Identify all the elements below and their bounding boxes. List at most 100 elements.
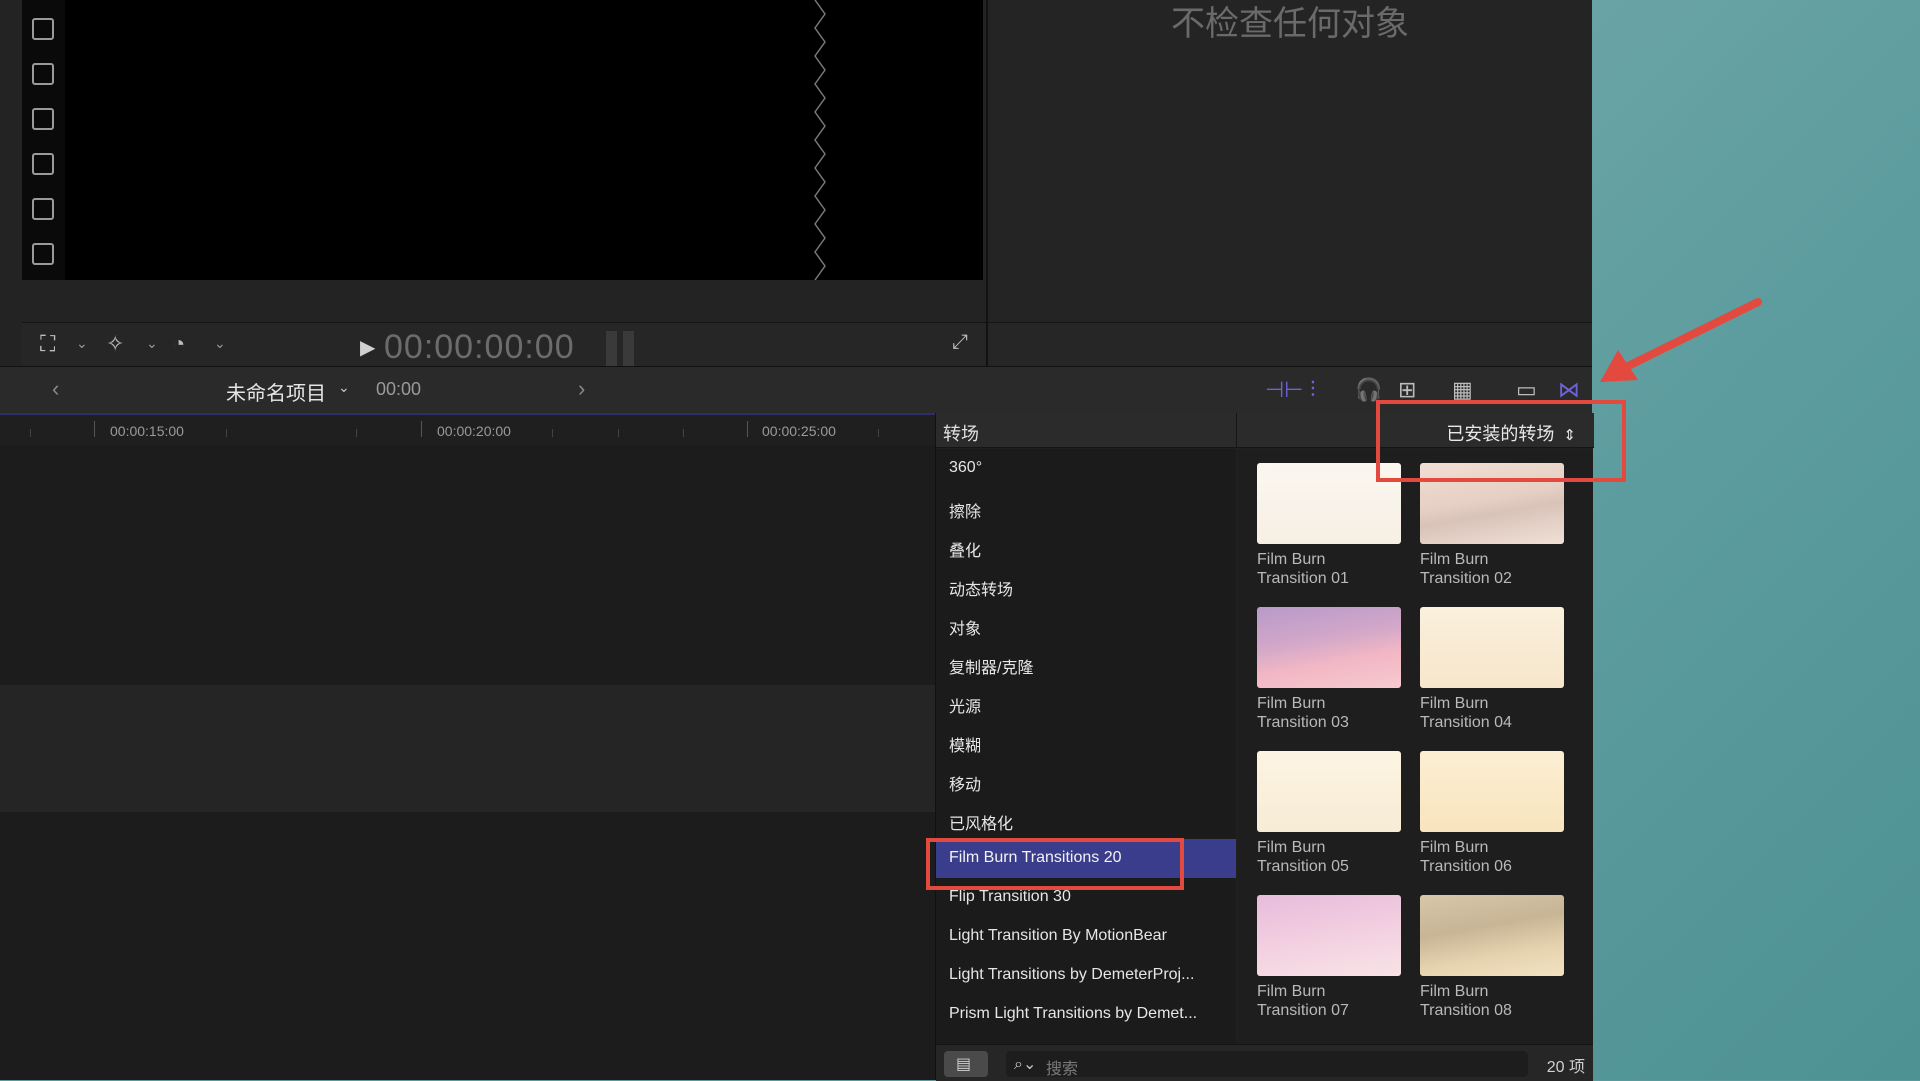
sidebar-toggle-button[interactable]: ▤ bbox=[944, 1051, 988, 1077]
transition-label-line: Film Burn bbox=[1420, 695, 1489, 712]
transition-label-line: Transition 03 bbox=[1257, 714, 1349, 731]
category-item[interactable]: 叠化 bbox=[936, 527, 1236, 566]
category-item[interactable]: 360° bbox=[936, 449, 1236, 488]
transition-thumbnail[interactable] bbox=[1257, 751, 1401, 832]
ruler-minor-tick bbox=[30, 429, 31, 437]
transition-label: Film Burn Transition 02 bbox=[1420, 550, 1512, 588]
transition-thumbnail[interactable] bbox=[1420, 895, 1564, 976]
transition-label: Film Burn Transition 03 bbox=[1257, 694, 1349, 732]
torn-edge-graphic bbox=[814, 0, 826, 280]
sprocket-hole bbox=[32, 108, 54, 130]
inspector-footer bbox=[988, 322, 1592, 367]
desktop-background bbox=[1592, 0, 1920, 1080]
transition-label: Film Burn Transition 04 bbox=[1420, 694, 1512, 732]
skimming-icon[interactable]: ⊣⊢ bbox=[1265, 377, 1303, 403]
play-icon[interactable]: ▶ bbox=[360, 335, 375, 360]
ruler-label: 00:00:20:00 bbox=[437, 423, 511, 439]
transition-label-line: Transition 02 bbox=[1420, 570, 1512, 587]
transform-icon[interactable]: ⛶ bbox=[40, 331, 55, 357]
category-item[interactable]: Light Transition By MotionBear bbox=[936, 917, 1236, 956]
project-duration: 00:00 bbox=[376, 379, 422, 399]
audio-skimming-icon[interactable]: ⫶ bbox=[1310, 377, 1316, 403]
category-header: 转场 bbox=[936, 413, 1236, 448]
chevron-down-icon[interactable]: ⌄ bbox=[146, 335, 158, 352]
search-field[interactable]: ⌕⌄ 搜索 bbox=[1006, 1051, 1528, 1079]
ruler-major-tick bbox=[94, 421, 95, 437]
transition-label: Film Burn Transition 01 bbox=[1257, 550, 1349, 588]
fullscreen-icon[interactable]: ⤢ bbox=[952, 331, 968, 354]
chevron-down-icon[interactable]: ⌄ bbox=[76, 335, 88, 352]
transition-label-line: Film Burn bbox=[1420, 551, 1489, 568]
category-item[interactable]: Light Transitions by DemeterProj... bbox=[936, 956, 1236, 995]
annotation-arrow bbox=[1600, 298, 1762, 382]
viewer-controls: ⛶ ⌄ ✧ ⌄ ◔ ⌄ ▶ 00:00:00:00 ⤢ bbox=[22, 322, 986, 367]
category-title: 转场 bbox=[943, 424, 979, 444]
filmstrip-sprockets bbox=[22, 0, 65, 280]
category-item[interactable]: 已风格化 bbox=[936, 800, 1236, 839]
ruler-minor-tick bbox=[552, 429, 553, 437]
audio-meter bbox=[606, 331, 617, 367]
magic-wand-icon[interactable]: ✧ bbox=[106, 331, 124, 357]
transition-label: Film Burn Transition 07 bbox=[1257, 982, 1349, 1020]
transition-label: Film Burn Transition 08 bbox=[1420, 982, 1512, 1020]
video-canvas[interactable] bbox=[65, 0, 983, 280]
transition-label-line: Film Burn bbox=[1420, 839, 1489, 856]
transition-label-line: Transition 06 bbox=[1420, 858, 1512, 875]
forward-icon[interactable]: › bbox=[578, 376, 585, 402]
transition-label-line: Transition 05 bbox=[1257, 858, 1349, 875]
category-item[interactable]: 擦除 bbox=[936, 488, 1236, 527]
sidebar-icon: ▤ bbox=[956, 1056, 972, 1073]
transitions-browser: 转场 已安装的转场 ⇕ 360° 擦除 叠化 动态转场 对象 复制器/克隆 光源… bbox=[935, 413, 1594, 1081]
transition-label-line: Transition 07 bbox=[1257, 1002, 1349, 1019]
transition-label-line: Film Burn bbox=[1257, 983, 1326, 1000]
search-input[interactable]: 搜索 bbox=[1046, 1055, 1078, 1079]
timeline-toolbar: ‹ 未命名项目 ⌄ 00:00 › ⊣⊢ ⫶ 🎧 ⊞ ▦ ▭ ⋈ bbox=[0, 366, 1592, 414]
transition-thumbnail[interactable] bbox=[1257, 607, 1401, 688]
ruler-minor-tick bbox=[878, 429, 879, 437]
viewer-timecode: 00:00:00:00 bbox=[384, 328, 575, 366]
transition-label: Film Burn Transition 06 bbox=[1420, 838, 1512, 876]
back-icon[interactable]: ‹ bbox=[52, 376, 59, 402]
search-icon: ⌕⌄ bbox=[1014, 1056, 1037, 1073]
category-list: 360° 擦除 叠化 动态转场 对象 复制器/克隆 光源 模糊 移动 已风格化 … bbox=[936, 449, 1236, 1044]
chevron-down-icon[interactable]: ⌄ bbox=[338, 379, 350, 396]
transition-thumbnail[interactable] bbox=[1420, 751, 1564, 832]
highlight-box bbox=[1376, 400, 1626, 482]
viewer bbox=[0, 0, 986, 366]
ruler-minor-tick bbox=[226, 429, 227, 437]
ruler-minor-tick bbox=[683, 429, 684, 437]
speed-icon[interactable]: ◔ bbox=[172, 331, 185, 357]
highlight-box bbox=[926, 838, 1184, 890]
transition-label-line: Transition 04 bbox=[1420, 714, 1512, 731]
timeline-track-area[interactable] bbox=[0, 445, 935, 685]
category-item[interactable]: 光源 bbox=[936, 683, 1236, 722]
sprocket-hole bbox=[32, 63, 54, 85]
transition-thumbnail[interactable] bbox=[1257, 895, 1401, 976]
chevron-down-icon[interactable]: ⌄ bbox=[214, 335, 226, 352]
audio-meter bbox=[623, 331, 634, 367]
category-item[interactable]: 复制器/克隆 bbox=[936, 644, 1236, 683]
transition-label: Film Burn Transition 05 bbox=[1257, 838, 1349, 876]
timeline-ruler[interactable]: 00:00:15:00 00:00:20:00 00:00:25:00 bbox=[0, 413, 935, 445]
transition-label-line: Transition 08 bbox=[1420, 1002, 1512, 1019]
ruler-major-tick bbox=[747, 421, 748, 437]
inspector-empty-title: 不检查任何对象 bbox=[1171, 5, 1409, 43]
sprocket-hole bbox=[32, 198, 54, 220]
browser-footer: ▤ ⌕⌄ 搜索 20 项 bbox=[936, 1044, 1593, 1081]
project-name[interactable]: 未命名项目 bbox=[226, 377, 326, 406]
timeline-track-area[interactable] bbox=[0, 812, 935, 1080]
transition-thumbnail[interactable] bbox=[1420, 607, 1564, 688]
ruler-minor-tick bbox=[618, 429, 619, 437]
primary-storyline[interactable] bbox=[0, 685, 935, 812]
ruler-major-tick bbox=[421, 421, 422, 437]
category-item[interactable]: Prism Light Transitions by Demet... bbox=[936, 995, 1236, 1034]
transition-label-line: Film Burn bbox=[1257, 551, 1326, 568]
category-item[interactable]: 移动 bbox=[936, 761, 1236, 800]
sprocket-hole bbox=[32, 243, 54, 265]
category-item[interactable]: 对象 bbox=[936, 605, 1236, 644]
item-count: 20 项 bbox=[1546, 1059, 1585, 1076]
category-item[interactable]: 模糊 bbox=[936, 722, 1236, 761]
ruler-label: 00:00:25:00 bbox=[762, 423, 836, 439]
transition-label-line: Film Burn bbox=[1257, 695, 1326, 712]
category-item[interactable]: 动态转场 bbox=[936, 566, 1236, 605]
